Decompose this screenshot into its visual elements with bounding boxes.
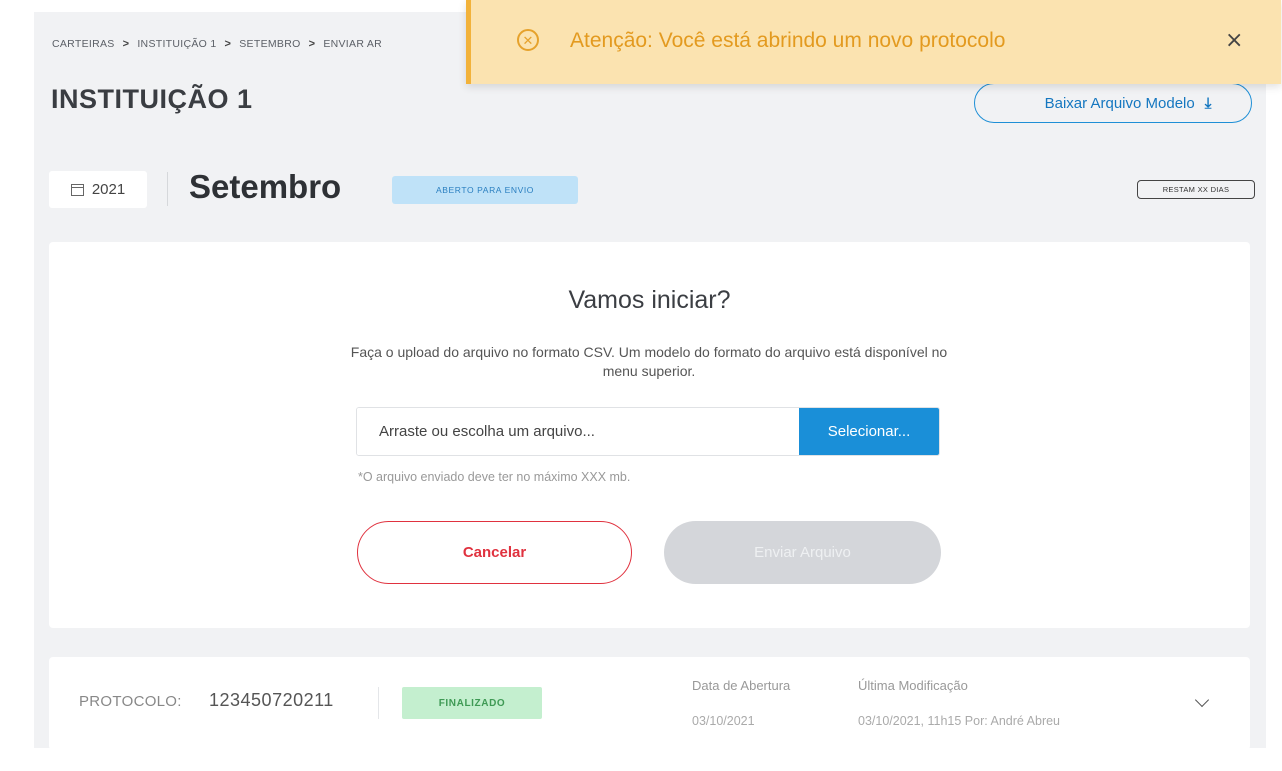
upload-card: Vamos iniciar? Faça o upload do arquivo …	[49, 242, 1250, 628]
upload-description: Faça o upload do arquivo no formato CSV.…	[350, 344, 948, 379]
chevron-down-icon[interactable]	[1194, 692, 1210, 708]
opened-date-header: Data de Abertura	[692, 678, 791, 693]
protocol-label: PROTOCOLO:	[79, 693, 182, 710]
breadcrumb-item-setembro[interactable]: SETEMBRO	[239, 38, 300, 50]
modified-date-value: 03/10/2021, 11h15 Por: André Abreu	[858, 714, 1061, 728]
modified-date-header: Última Modificação	[858, 678, 968, 693]
protocol-divider	[378, 687, 379, 719]
select-file-button[interactable]: Selecionar...	[799, 408, 939, 455]
file-input[interactable]	[357, 408, 799, 455]
protocol-row[interactable]: PROTOCOLO: 123450720211 FINALIZADO Data …	[49, 657, 1250, 750]
warning-toast: ✕ Atenção: Você está abrindo um novo pro…	[466, 0, 1281, 84]
breadcrumb-separator-icon: >	[308, 38, 316, 50]
error-circle-icon: ✕	[517, 29, 539, 51]
breadcrumb-item-enviar: ENVIAR AR	[323, 38, 383, 50]
header-divider	[167, 172, 168, 206]
breadcrumb-item-instituicao[interactable]: INSTITUIÇÃO 1	[137, 38, 216, 50]
breadcrumb-separator-icon: >	[122, 38, 130, 50]
breadcrumb-separator-icon: >	[224, 38, 232, 50]
toast-message: Atenção: Você está abrindo um novo proto…	[570, 29, 1006, 52]
year-label: 2021	[91, 181, 126, 198]
breadcrumb: CARTEIRAS > INSTITUIÇÃO 1 > SETEMBRO > E…	[52, 38, 382, 50]
page-container: CARTEIRAS > INSTITUIÇÃO 1 > SETEMBRO > E…	[34, 12, 1266, 750]
download-template-button[interactable]: Baixar Arquivo Modelo ⤓	[974, 83, 1252, 123]
days-remaining-badge: RESTAM XX DIAS	[1137, 180, 1255, 199]
upload-heading: Vamos iniciar?	[568, 286, 731, 314]
page-title: INSTITUIÇÃO 1	[51, 84, 253, 114]
file-picker: Selecionar...	[356, 407, 940, 456]
year-selector[interactable]: 2021	[49, 171, 147, 208]
download-template-label: Baixar Arquivo Modelo	[1044, 94, 1195, 112]
status-badge: ABERTO PARA ENVIO	[392, 176, 578, 204]
cancel-button[interactable]: Cancelar	[357, 521, 632, 584]
protocol-number: 123450720211	[209, 690, 334, 710]
file-size-note: *O arquivo enviado deve ter no máximo XX…	[358, 470, 631, 484]
close-icon[interactable]: ×	[1225, 30, 1243, 52]
month-title: Setembro	[189, 168, 342, 205]
download-icon: ⤓	[1204, 94, 1212, 112]
send-file-button[interactable]: Enviar Arquivo	[664, 521, 941, 584]
opened-date-value: 03/10/2021	[692, 714, 755, 728]
breadcrumb-item-carteiras[interactable]: CARTEIRAS	[52, 38, 115, 50]
calendar-icon	[70, 183, 84, 196]
protocol-status-badge: FINALIZADO	[402, 687, 542, 719]
